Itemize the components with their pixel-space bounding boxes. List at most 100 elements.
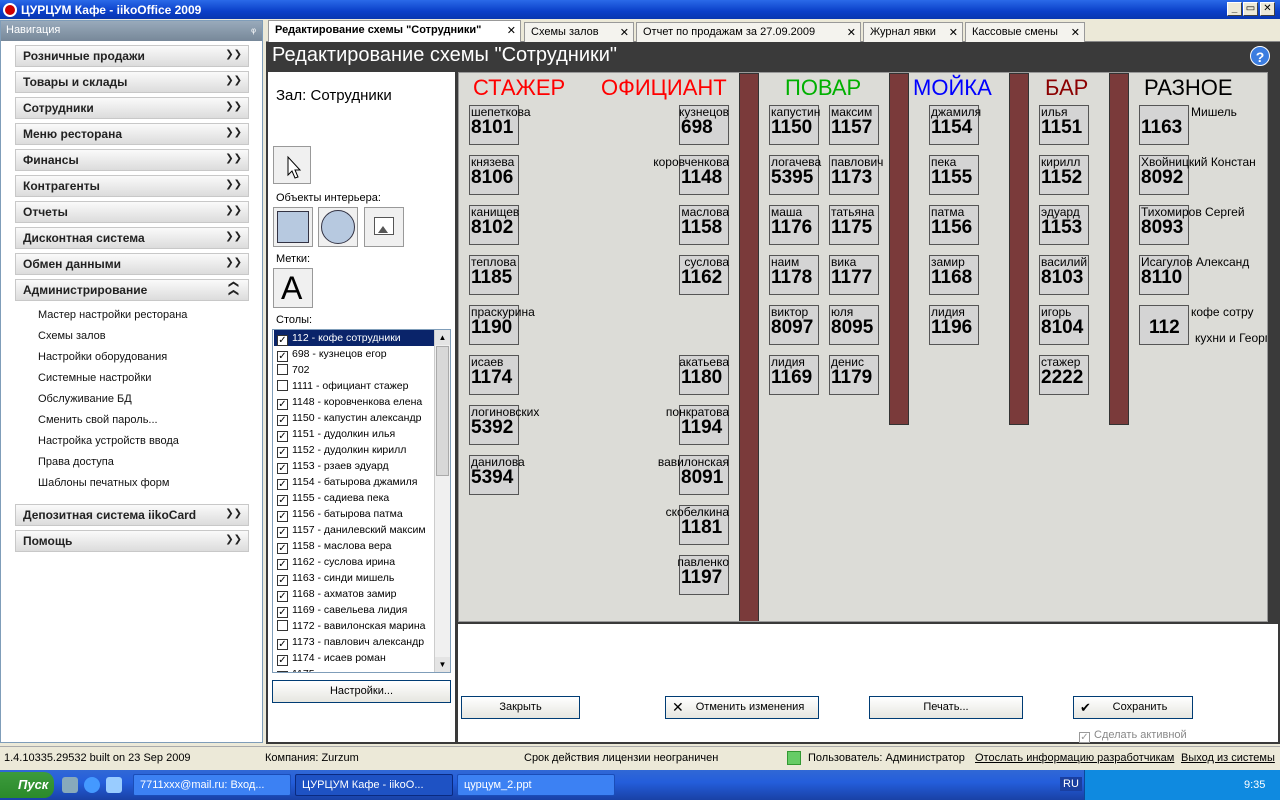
nav-group-help[interactable]: Помощь ❯❯ <box>15 530 249 552</box>
employee-table[interactable]: 2222 стажер <box>1039 355 1089 395</box>
employee-table[interactable]: 1194 понкратова <box>666 405 729 445</box>
nav-item-equipment[interactable]: Настройки оборудования <box>38 351 167 363</box>
send-info-link[interactable]: Отослать информацию разработчикам <box>975 752 1174 764</box>
employee-table[interactable]: 1196 лидия <box>929 305 979 345</box>
close-window-button[interactable]: ✕ <box>1260 2 1275 16</box>
table-row[interactable]: ✓ 1157 - данилевский максим <box>274 522 434 538</box>
employee-table[interactable]: 1197 павленко <box>677 555 729 595</box>
scroll-thumb[interactable] <box>436 346 449 476</box>
nav-group-finance[interactable]: Финансы ❯❯ <box>15 149 249 171</box>
close-tab-icon[interactable]: ✕ <box>949 26 958 39</box>
table-row[interactable]: ✓ 1163 - синди мишель <box>274 570 434 586</box>
table-row[interactable]: 1111 - официант стажер <box>274 378 434 394</box>
employee-table[interactable]: 1176 маша <box>769 205 819 245</box>
employee-table[interactable]: 1162 суслова <box>679 255 729 295</box>
cancel-changes-button[interactable]: ✕ Отменить изменения <box>665 696 819 719</box>
close-tab-icon[interactable]: ✕ <box>847 26 856 39</box>
ie-icon[interactable] <box>84 777 100 793</box>
employee-table[interactable]: 1173 павлович <box>829 155 883 195</box>
employee-table[interactable]: 5392 логиновских <box>469 405 539 445</box>
separator-wall[interactable] <box>889 73 909 425</box>
nav-group-iikocard[interactable]: Депозитная система iikoCard ❯❯ <box>15 504 249 526</box>
nav-item-print-templates[interactable]: Шаблоны печатных форм <box>38 477 169 489</box>
table-row[interactable]: ✓ 1158 - маслова вера <box>274 538 434 554</box>
employee-table[interactable]: 1179 денис <box>829 355 879 395</box>
checkbox-icon[interactable]: ✓ <box>277 527 288 538</box>
employee-table[interactable]: 1153 эдуард <box>1039 205 1089 245</box>
employee-table[interactable]: 5395 логачева <box>769 155 821 195</box>
employee-table[interactable]: 1181 скобелкина <box>666 505 729 545</box>
checkbox-icon[interactable]: ✓ <box>277 415 288 426</box>
table-row[interactable]: ✓ 1148 - коровченкова елена <box>274 394 434 410</box>
checkbox-icon[interactable]: ✓ <box>277 639 288 650</box>
column-header[interactable]: СТАЖЕР <box>473 75 565 101</box>
checkbox-icon[interactable]: ✓ <box>277 335 288 346</box>
table-row[interactable]: ✓ 1152 - дудолкин кирилл <box>274 442 434 458</box>
employee-table[interactable]: 1158 маслова <box>679 205 729 245</box>
nav-item-change-password[interactable]: Сменить свой пароль... <box>38 414 158 426</box>
employee-table[interactable]: 5394 данилова <box>469 455 525 495</box>
taskbar-item-ppt[interactable]: цурцум_2.ppt <box>457 774 615 796</box>
print-button[interactable]: Печать... <box>869 696 1023 719</box>
start-button[interactable]: Пуск <box>0 772 54 798</box>
checkbox-icon[interactable] <box>277 364 288 375</box>
table-row[interactable]: ✓ 1168 - ахматов замир <box>274 586 434 602</box>
table-row[interactable]: ✓ 1151 - дудолкин илья <box>274 426 434 442</box>
table-row[interactable]: ✓ 1162 - суслова ирина <box>274 554 434 570</box>
table-row[interactable]: ✓ 698 - кузнецов егор <box>274 346 434 362</box>
nav-group-data-exchange[interactable]: Обмен данными ❯❯ <box>15 253 249 275</box>
table-row[interactable]: ✓ 1175 - ... <box>274 666 434 672</box>
scroll-up-icon[interactable]: ▲ <box>435 330 450 345</box>
quicklaunch-icon[interactable] <box>106 777 122 793</box>
checkbox-icon[interactable]: ✓ <box>277 575 288 586</box>
employee-table[interactable]: 1174 исаев <box>469 355 519 395</box>
employee-table[interactable]: 1185 теплова <box>469 255 519 295</box>
table-row[interactable]: ✓ 1154 - батырова джамиля <box>274 474 434 490</box>
text-mark-tool[interactable]: A <box>273 268 313 308</box>
nav-group-goods[interactable]: Товары и склады ❯❯ <box>15 71 249 93</box>
employee-table[interactable]: 1178 наим <box>769 255 819 295</box>
rectangle-tool[interactable] <box>273 207 313 247</box>
separator-wall[interactable] <box>739 73 759 621</box>
column-header[interactable]: МОЙКА <box>913 75 992 101</box>
nav-item-db-maintenance[interactable]: Обслуживание БД <box>38 393 132 405</box>
checkbox-icon[interactable]: ✓ <box>277 559 288 570</box>
tab-sales-report[interactable]: Отчет по продажам за 27.09.2009 ✕ <box>636 22 861 42</box>
employee-table[interactable]: 1148 коровченкова <box>653 155 729 195</box>
checkbox-icon[interactable]: ✓ <box>277 543 288 554</box>
nav-group-menu[interactable]: Меню ресторана ❯❯ <box>15 123 249 145</box>
close-tab-icon[interactable]: ✕ <box>507 24 516 37</box>
checkbox-icon[interactable]: ✓ <box>277 671 288 672</box>
scroll-down-icon[interactable]: ▼ <box>435 657 450 672</box>
tables-scrollbar[interactable]: ▲ ▼ <box>434 330 450 672</box>
employee-table[interactable]: 8106 князева <box>469 155 519 195</box>
table-row[interactable]: ✓ 1173 - павлович александр <box>274 634 434 650</box>
employee-table[interactable]: 1180 акатьева <box>679 355 729 395</box>
table-row[interactable]: ✓ 1169 - савельева лидия <box>274 602 434 618</box>
close-tab-icon[interactable]: ✕ <box>1071 26 1080 39</box>
checkbox-icon[interactable]: ✓ <box>277 655 288 666</box>
separator-wall[interactable] <box>1109 73 1129 425</box>
misc-note[interactable]: кухни и Георг <box>1195 331 1267 345</box>
close-tab-icon[interactable]: ✕ <box>620 26 629 39</box>
checkbox-icon[interactable] <box>277 380 288 391</box>
checkbox-icon[interactable]: ✓ <box>277 607 288 618</box>
employee-table[interactable]: 8095 юля <box>829 305 879 345</box>
employee-table[interactable]: 8101 шепеткова <box>469 105 531 145</box>
nav-group-discount[interactable]: Дисконтная система ❯❯ <box>15 227 249 249</box>
scheme-canvas[interactable]: СТАЖЕР ОФИЦИАНТ ПОВАР МОЙКА БАР РАЗНОЕ 8101 ше… <box>458 72 1268 622</box>
employee-table[interactable]: 1177 вика <box>829 255 879 295</box>
nav-group-contractors[interactable]: Контрагенты ❯❯ <box>15 175 249 197</box>
employee-table[interactable]: 8097 виктор <box>769 305 819 345</box>
table-row[interactable]: ✓ 1156 - батырова патма <box>274 506 434 522</box>
maximize-button[interactable]: ▭ <box>1243 2 1258 16</box>
employee-table[interactable]: 1151 илья <box>1039 105 1089 145</box>
tab-hall-schemes[interactable]: Схемы залов ✕ <box>524 22 634 42</box>
tables-list[interactable]: ✓ 112 - кофе сотрудники ✓ 698 - кузнецов ег… <box>272 329 451 673</box>
column-header[interactable]: ОФИЦИАНТ <box>601 75 727 101</box>
column-header[interactable]: ПОВАР <box>785 75 861 101</box>
employee-table[interactable]: 1154 джамиля <box>929 105 981 145</box>
nav-group-administration[interactable]: Администрирование ❯❯ <box>15 279 249 301</box>
pointer-tool[interactable] <box>273 146 311 184</box>
tab-attendance[interactable]: Журнал явки ✕ <box>863 22 963 42</box>
